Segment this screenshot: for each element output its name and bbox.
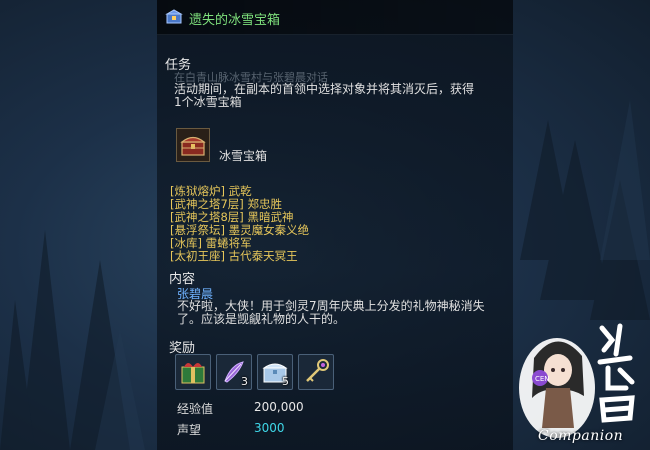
task-description-line2: 1个冰雪宝箱 [174,95,242,109]
reward-slot[interactable] [298,354,334,390]
exp-value: 200,000 [254,400,304,414]
reputation-value: 3000 [254,421,285,435]
key-icon [306,359,329,382]
quest-item-slot[interactable] [176,128,210,162]
quest-title: 遗失的冰雪宝箱 [189,13,281,28]
gift-box-icon [181,363,205,384]
reward-slot[interactable]: 5 [257,354,293,390]
quest-chest-icon [165,9,183,24]
reward-count: 5 [282,375,289,388]
reward-count: 3 [241,375,248,388]
location-entry: [太初王座] 古代泰天冥王 [170,249,298,263]
reputation-label: 声望 [177,423,202,437]
dialogue-line2: 了。应该是觊觎礼物的人干的。 [177,312,346,326]
treasure-chest-icon [180,136,206,156]
companion-brand-text: Companion [538,428,624,444]
reward-slot[interactable]: 3 [216,354,252,390]
quest-item-name: 冰雪宝箱 [219,149,268,163]
quest-tooltip-panel: 遗失的冰雪宝箱 任务 在白青山脉冰雪村与张碧晨对话 活动期间，在副本的首领中选择… [157,0,513,450]
reward-slot[interactable] [175,354,211,390]
mascot-badge: CEN [535,375,550,383]
quest-title-bar: 遗失的冰雪宝箱 [157,0,513,35]
exp-label: 经验值 [177,402,214,416]
